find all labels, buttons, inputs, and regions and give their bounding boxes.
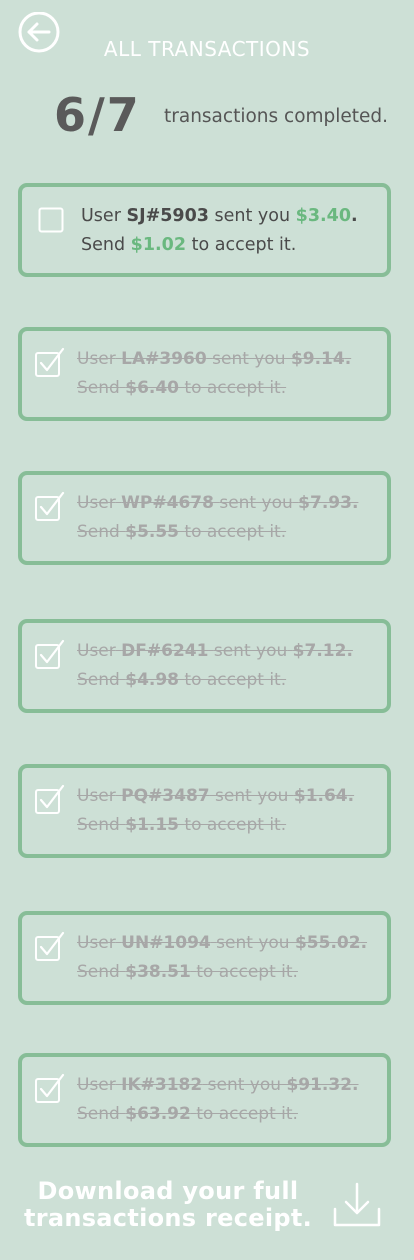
send-amount: $38.51 xyxy=(125,962,191,982)
received-amount: $3.40 xyxy=(295,206,352,226)
user-id: LA#3960 xyxy=(121,349,207,369)
user-id: PQ#3487 xyxy=(121,786,210,806)
user-id: SJ#5903 xyxy=(126,206,209,226)
checkbox-checked-icon[interactable] xyxy=(35,784,65,814)
send-amount: $5.55 xyxy=(125,522,180,542)
transaction-card[interactable]: User LA#3960 sent you $9.14. Send $6.40 … xyxy=(18,327,391,421)
received-amount: $7.93 xyxy=(298,493,352,513)
received-amount: $7.12 xyxy=(292,641,347,661)
transaction-text: User WP#4678 sent you $7.93. Send $5.55 … xyxy=(77,493,359,542)
download-receipt-link[interactable]: Download your full transactions receipt. xyxy=(22,1178,314,1232)
received-amount: $1.64 xyxy=(293,786,348,806)
send-amount: $6.40 xyxy=(125,378,180,398)
user-id: WP#4678 xyxy=(121,493,214,513)
completed-count: 6/7 xyxy=(54,88,141,142)
transaction-text: User LA#3960 sent you $9.14. Send $6.40 … xyxy=(77,349,352,398)
checkbox-checked-icon[interactable] xyxy=(35,931,65,961)
user-id: DF#6241 xyxy=(121,641,209,661)
download-icon[interactable] xyxy=(332,1181,382,1229)
transaction-text: User DF#6241 sent you $7.12. Send $4.98 … xyxy=(77,641,353,690)
received-amount: $9.14 xyxy=(290,349,345,369)
checkbox-checked-icon[interactable] xyxy=(35,491,65,521)
transaction-card[interactable]: User PQ#3487 sent you $1.64. Send $1.15 … xyxy=(18,764,391,858)
transaction-card[interactable]: User UN#1094 sent you $55.02. Send $38.5… xyxy=(18,911,391,1005)
download-line-2: transactions receipt. xyxy=(23,1204,313,1232)
user-id: UN#1094 xyxy=(121,933,211,953)
transaction-card[interactable]: User SJ#5903 sent you $3.40. Send $1.02 … xyxy=(18,183,391,277)
received-amount: $91.32 xyxy=(286,1075,353,1095)
transaction-text: User PQ#3487 sent you $1.64. Send $1.15 … xyxy=(77,786,355,835)
checkbox-checked-icon[interactable] xyxy=(35,347,65,377)
user-id: IK#3182 xyxy=(121,1075,203,1095)
transaction-text: User SJ#5903 sent you $3.40. Send $1.02 … xyxy=(81,206,358,255)
download-line-1: Download your full xyxy=(37,1177,299,1205)
completed-label: transactions completed. xyxy=(164,106,389,127)
transaction-text: User UN#1094 sent you $55.02. Send $38.5… xyxy=(77,933,368,982)
send-amount: $1.02 xyxy=(130,235,187,255)
page-title-text: ALL TRANSACTIONS xyxy=(103,37,311,61)
page-title: ALL TRANSACTIONS xyxy=(0,37,414,61)
send-amount: $1.15 xyxy=(125,815,180,835)
transaction-card[interactable]: User IK#3182 sent you $91.32. Send $63.9… xyxy=(18,1053,391,1147)
transaction-card[interactable]: User WP#4678 sent you $7.93. Send $5.55 … xyxy=(18,471,391,565)
received-amount: $55.02 xyxy=(294,933,361,953)
checkbox-unchecked-icon[interactable] xyxy=(38,207,64,233)
send-amount: $63.92 xyxy=(125,1104,191,1124)
transaction-text: User IK#3182 sent you $91.32. Send $63.9… xyxy=(77,1075,359,1124)
checkbox-checked-icon[interactable] xyxy=(35,1073,65,1103)
checkbox-checked-icon[interactable] xyxy=(35,639,65,669)
send-amount: $4.98 xyxy=(125,670,180,690)
transaction-card[interactable]: User DF#6241 sent you $7.12. Send $4.98 … xyxy=(18,619,391,713)
